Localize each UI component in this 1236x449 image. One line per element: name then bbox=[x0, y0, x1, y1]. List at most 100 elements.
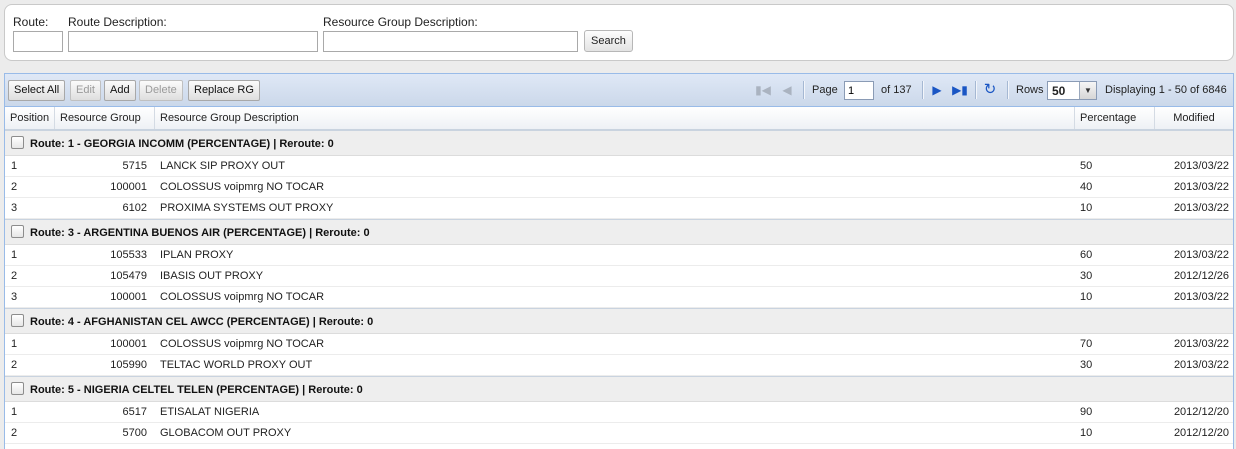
group-title: Route: 3 - ARGENTINA BUENOS AIR (PERCENT… bbox=[30, 227, 370, 239]
table-row[interactable]: 2 105479 IBASIS OUT PROXY 30 2012/12/26 bbox=[5, 266, 1233, 287]
rows-per-page-value: 50 bbox=[1052, 84, 1066, 98]
cell-resource-group: 6102 bbox=[122, 202, 147, 214]
cell-resource-group: 100001 bbox=[110, 181, 147, 193]
grid-header: Position Resource Group Resource Group D… bbox=[5, 107, 1233, 130]
cell-percentage: 40 bbox=[1080, 181, 1093, 193]
group-checkbox[interactable] bbox=[11, 136, 24, 149]
cell-description: GLOBACOM OUT PROXY bbox=[160, 427, 292, 439]
group-checkbox[interactable] bbox=[11, 382, 24, 395]
column-header-resource-group[interactable]: Resource Group bbox=[55, 107, 155, 129]
group-title: Route: 1 - GEORGIA INCOMM (PERCENTAGE) |… bbox=[30, 138, 334, 150]
cell-modified: 2012/12/26 bbox=[1173, 270, 1229, 282]
grid-toolbar: Select All Edit Add Delete Replace RG ▮◀… bbox=[5, 74, 1233, 107]
group-checkbox[interactable] bbox=[11, 225, 24, 238]
cell-resource-group: 100001 bbox=[110, 338, 147, 350]
cell-modified: 2013/03/22 bbox=[1173, 359, 1229, 371]
cell-description: COLOSSUS voipmrg NO TOCAR bbox=[160, 338, 325, 350]
cell-resource-group: 105533 bbox=[110, 249, 147, 261]
pager-separator bbox=[1007, 81, 1009, 99]
group-header-row[interactable]: Route: 1 - GEORGIA INCOMM (PERCENTAGE) |… bbox=[5, 130, 1233, 156]
cell-modified: 2013/03/22 bbox=[1173, 249, 1229, 261]
cell-modified: 2013/03/22 bbox=[1173, 160, 1229, 172]
cell-description: PROXIMA SYSTEMS OUT PROXY bbox=[160, 202, 334, 214]
cell-position: 2 bbox=[11, 359, 18, 371]
cell-resource-group: 5715 bbox=[122, 160, 147, 172]
cell-percentage: 30 bbox=[1080, 359, 1093, 371]
page-label: Page bbox=[812, 84, 838, 96]
page-count-text: of 137 bbox=[881, 84, 912, 96]
cell-position: 2 bbox=[11, 427, 18, 439]
cell-percentage: 70 bbox=[1080, 338, 1093, 350]
table-row[interactable]: 1 6517 ETISALAT NIGERIA 90 2012/12/20 bbox=[5, 402, 1233, 423]
next-page-icon[interactable]: ▶ bbox=[929, 82, 945, 98]
group-header-row[interactable]: Route: 5 - NIGERIA CELTEL TELEN (PERCENT… bbox=[5, 376, 1233, 402]
column-header-percentage[interactable]: Percentage bbox=[1075, 107, 1155, 129]
cell-percentage: 30 bbox=[1080, 270, 1093, 282]
rows-per-page-select[interactable]: 50 ▼ bbox=[1047, 81, 1097, 100]
routes-grid: Select All Edit Add Delete Replace RG ▮◀… bbox=[4, 73, 1234, 449]
table-row[interactable]: 1 105533 IPLAN PROXY 60 2013/03/22 bbox=[5, 245, 1233, 266]
cell-resource-group: 105479 bbox=[110, 270, 147, 282]
route-label: Route: bbox=[13, 15, 49, 29]
chevron-down-icon[interactable]: ▼ bbox=[1079, 82, 1096, 99]
cell-position: 1 bbox=[11, 160, 18, 172]
refresh-icon[interactable]: ↻ bbox=[982, 82, 998, 98]
displaying-text: Displaying 1 - 50 of 6846 bbox=[1105, 84, 1227, 96]
cell-modified: 2013/03/22 bbox=[1173, 291, 1229, 303]
route-description-label: Route Description: bbox=[68, 15, 167, 29]
group-header-row[interactable]: Route: 4 - AFGHANISTAN CEL AWCC (PERCENT… bbox=[5, 308, 1233, 334]
cell-description: LANCK SIP PROXY OUT bbox=[160, 160, 285, 172]
last-page-icon[interactable]: ▶▮ bbox=[952, 82, 968, 98]
table-row[interactable]: 3 6102 PROXIMA SYSTEMS OUT PROXY 10 2013/03/… bbox=[5, 198, 1233, 219]
search-panel: Route: Route Description: Resource Group… bbox=[4, 4, 1234, 61]
cell-description: IPLAN PROXY bbox=[160, 249, 234, 261]
cell-resource-group: 100001 bbox=[110, 291, 147, 303]
column-header-modified[interactable]: Modified bbox=[1155, 107, 1233, 129]
cell-position: 2 bbox=[11, 270, 18, 282]
route-input[interactable] bbox=[13, 31, 63, 52]
cell-position: 3 bbox=[11, 202, 18, 214]
pager-separator bbox=[975, 81, 977, 99]
group-checkbox[interactable] bbox=[11, 314, 24, 327]
route-description-field: Route Description: bbox=[68, 15, 318, 52]
table-row[interactable]: 2 100001 COLOSSUS voipmrg NO TOCAR 40 2013/0… bbox=[5, 177, 1233, 198]
cell-description: IBASIS OUT PROXY bbox=[160, 270, 264, 282]
cell-resource-group: 5700 bbox=[122, 427, 147, 439]
group-header-row[interactable]: Route: 3 - ARGENTINA BUENOS AIR (PERCENT… bbox=[5, 219, 1233, 245]
cell-percentage: 10 bbox=[1080, 291, 1093, 303]
cell-position: 1 bbox=[11, 406, 18, 418]
column-header-description[interactable]: Resource Group Description bbox=[155, 107, 1075, 129]
cell-modified: 2012/12/20 bbox=[1173, 427, 1229, 439]
cell-position: 2 bbox=[11, 181, 18, 193]
route-field: Route: bbox=[13, 15, 63, 52]
cell-percentage: 60 bbox=[1080, 249, 1093, 261]
cell-percentage: 90 bbox=[1080, 406, 1093, 418]
cell-modified: 2012/12/20 bbox=[1173, 406, 1229, 418]
cell-position: 1 bbox=[11, 249, 18, 261]
cell-description: TELTAC WORLD PROXY OUT bbox=[160, 359, 313, 371]
pager-separator bbox=[922, 81, 924, 99]
cell-modified: 2013/03/22 bbox=[1173, 181, 1229, 193]
cell-resource-group: 6517 bbox=[122, 406, 147, 418]
cell-modified: 2013/03/22 bbox=[1173, 202, 1229, 214]
cell-description: COLOSSUS voipmrg NO TOCAR bbox=[160, 181, 325, 193]
table-row[interactable]: 2 5700 GLOBACOM OUT PROXY 10 2012/12/20 bbox=[5, 423, 1233, 444]
cell-position: 1 bbox=[11, 338, 18, 350]
table-row[interactable]: 3 100001 COLOSSUS voipmrg NO TOCAR 10 2013/0… bbox=[5, 287, 1233, 308]
first-page-icon[interactable]: ▮◀ bbox=[755, 82, 771, 98]
search-button[interactable]: Search bbox=[584, 30, 633, 52]
route-description-input[interactable] bbox=[68, 31, 318, 52]
table-row[interactable]: 2 105990 TELTAC WORLD PROXY OUT 30 2013/03/2… bbox=[5, 355, 1233, 376]
page-number-input[interactable] bbox=[844, 81, 874, 100]
table-row[interactable]: 1 100001 COLOSSUS voipmrg NO TOCAR 70 2013/0… bbox=[5, 334, 1233, 355]
table-row[interactable]: 1 5715 LANCK SIP PROXY OUT 50 2013/03/22 bbox=[5, 156, 1233, 177]
cell-position: 3 bbox=[11, 291, 18, 303]
rows-label: Rows bbox=[1016, 84, 1044, 96]
cell-resource-group: 105990 bbox=[110, 359, 147, 371]
group-title: Route: 4 - AFGHANISTAN CEL AWCC (PERCENT… bbox=[30, 316, 374, 328]
grid-body: Route: 1 - GEORGIA INCOMM (PERCENTAGE) |… bbox=[5, 130, 1233, 444]
prev-page-icon[interactable]: ◀ bbox=[779, 82, 795, 98]
rg-description-input[interactable] bbox=[323, 31, 578, 52]
cell-description: COLOSSUS voipmrg NO TOCAR bbox=[160, 291, 325, 303]
column-header-position[interactable]: Position bbox=[5, 107, 55, 129]
